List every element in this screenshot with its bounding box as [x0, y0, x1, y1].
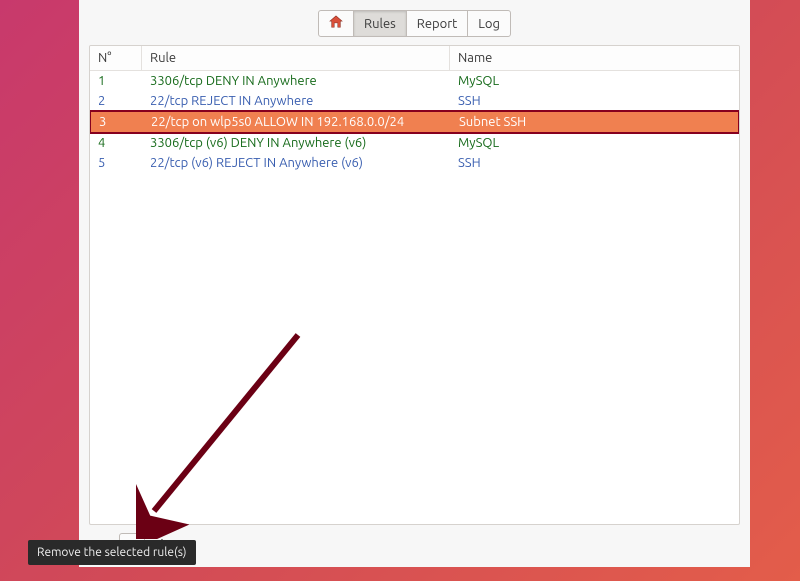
tab-log[interactable]: Log	[468, 11, 510, 36]
table-row[interactable]: 522/tcp (v6) REJECT IN Anywhere (v6)SSH	[90, 153, 739, 173]
cell-name: Subnet SSH	[451, 112, 738, 132]
cell-number: 3	[91, 112, 143, 132]
cell-number: 4	[90, 133, 142, 153]
table-body: 13306/tcp DENY IN AnywhereMySQL222/tcp R…	[90, 71, 739, 524]
tab-rules[interactable]: Rules	[354, 11, 407, 36]
header-rule[interactable]: Rule	[142, 46, 450, 70]
firewall-window: Rules Report Log N° Rule Name 13306/tcp …	[79, 0, 750, 567]
tab-home[interactable]	[319, 11, 354, 36]
cell-name: MySQL	[450, 133, 739, 153]
cell-rule: 3306/tcp DENY IN Anywhere	[142, 71, 450, 91]
table-row[interactable]: 13306/tcp DENY IN AnywhereMySQL	[90, 71, 739, 91]
tab-group: Rules Report Log	[318, 10, 511, 37]
cell-name: SSH	[450, 91, 739, 111]
table-row[interactable]: 222/tcp REJECT IN AnywhereSSH	[90, 91, 739, 111]
cell-rule: 22/tcp (v6) REJECT IN Anywhere (v6)	[142, 153, 450, 173]
cell-rule: 3306/tcp (v6) DENY IN Anywhere (v6)	[142, 133, 450, 153]
header-name[interactable]: Name	[450, 46, 739, 70]
table-row[interactable]: 322/tcp on wlp5s0 ALLOW IN 192.168.0.0/2…	[90, 110, 739, 134]
home-icon	[329, 15, 343, 32]
tab-report[interactable]: Report	[407, 11, 469, 36]
table-row[interactable]: 43306/tcp (v6) DENY IN Anywhere (v6)MySQ…	[90, 133, 739, 153]
cell-name: MySQL	[450, 71, 739, 91]
cell-number: 2	[90, 91, 142, 111]
cell-rule: 22/tcp REJECT IN Anywhere	[142, 91, 450, 111]
cell-rule: 22/tcp on wlp5s0 ALLOW IN 192.168.0.0/24	[143, 112, 451, 132]
tooltip: Remove the selected rule(s)	[28, 540, 196, 565]
table-header: N° Rule Name	[90, 46, 739, 71]
header-number[interactable]: N°	[90, 46, 142, 70]
rules-table: N° Rule Name 13306/tcp DENY IN AnywhereM…	[89, 45, 740, 525]
cell-name: SSH	[450, 153, 739, 173]
toolbar: Rules Report Log	[79, 0, 750, 45]
cell-number: 1	[90, 71, 142, 91]
cell-number: 5	[90, 153, 142, 173]
